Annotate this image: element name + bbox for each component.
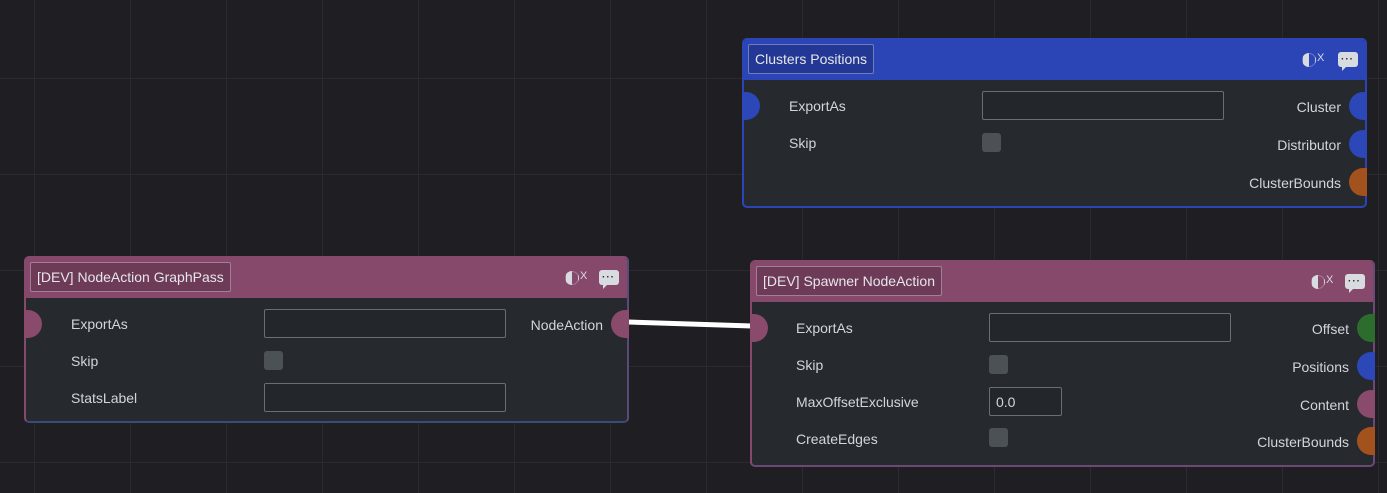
output-pin-clusterbounds[interactable] (1357, 427, 1375, 455)
output-pin-clusterbounds[interactable] (1349, 168, 1367, 196)
skip-checkbox[interactable] (989, 355, 1008, 374)
export-as-label: ExportAs (796, 320, 853, 336)
output-label-cluster: Cluster (1296, 99, 1341, 115)
skip-label: Skip (789, 135, 817, 151)
output-label-clusterbounds: ClusterBounds (1257, 434, 1349, 450)
output-label-content: Content (1299, 397, 1349, 413)
half-circle-toggle-icon[interactable]: X (1302, 52, 1324, 68)
half-circle-toggle-icon[interactable]: X (1311, 274, 1333, 290)
connection-wire[interactable] (627, 319, 753, 329)
node-header[interactable]: [DEV] Spawner NodeAction X ··· (752, 262, 1373, 302)
input-pin[interactable] (750, 314, 768, 342)
node-title[interactable]: [DEV] NodeAction GraphPass (30, 262, 231, 292)
create-edges-label: CreateEdges (796, 431, 878, 447)
output-label-distributor: Distributor (1277, 137, 1341, 153)
output-pin-nodeaction[interactable] (611, 310, 629, 338)
max-offset-input[interactable] (989, 387, 1062, 416)
node-header[interactable]: [DEV] NodeAction GraphPass X ··· (26, 258, 627, 298)
comment-bubble-icon[interactable]: ··· (1345, 274, 1365, 293)
output-label-positions: Positions (1292, 359, 1349, 375)
export-as-label: ExportAs (789, 98, 846, 114)
output-pin-cluster[interactable] (1349, 92, 1367, 120)
output-pin-offset[interactable] (1357, 314, 1375, 342)
input-pin[interactable] (742, 92, 760, 120)
node-title[interactable]: Clusters Positions (748, 44, 875, 74)
skip-checkbox[interactable] (982, 133, 1001, 152)
export-as-input[interactable] (989, 313, 1231, 342)
node-spawner[interactable]: [DEV] Spawner NodeAction X ··· ExportAs … (750, 260, 1375, 467)
max-offset-label: MaxOffsetExclusive (796, 394, 919, 410)
output-pin-distributor[interactable] (1349, 130, 1367, 158)
stats-label-input[interactable] (264, 383, 506, 412)
skip-checkbox[interactable] (264, 351, 283, 370)
comment-bubble-icon[interactable]: ··· (1338, 52, 1358, 71)
output-label-clusterbounds: ClusterBounds (1249, 175, 1341, 191)
node-header[interactable]: Clusters Positions X ··· (744, 40, 1365, 80)
skip-label: Skip (796, 357, 824, 373)
export-as-input[interactable] (264, 309, 506, 338)
output-pin-positions[interactable] (1357, 352, 1375, 380)
node-clusters-positions[interactable]: Clusters Positions X ··· ExportAs Skip C… (742, 38, 1367, 208)
node-title[interactable]: [DEV] Spawner NodeAction (756, 266, 942, 296)
output-label-nodeaction: NodeAction (530, 317, 603, 333)
input-pin[interactable] (24, 310, 42, 338)
comment-bubble-icon[interactable]: ··· (599, 270, 619, 289)
stats-label-label: StatsLabel (71, 390, 138, 406)
export-as-label: ExportAs (71, 316, 128, 332)
node-graph-pass[interactable]: [DEV] NodeAction GraphPass X ··· ExportA… (24, 256, 629, 423)
half-circle-toggle-icon[interactable]: X (565, 270, 587, 286)
skip-label: Skip (71, 353, 99, 369)
create-edges-checkbox[interactable] (989, 428, 1008, 447)
output-label-offset: Offset (1311, 321, 1349, 337)
output-pin-content[interactable] (1357, 390, 1375, 418)
export-as-input[interactable] (982, 91, 1224, 120)
